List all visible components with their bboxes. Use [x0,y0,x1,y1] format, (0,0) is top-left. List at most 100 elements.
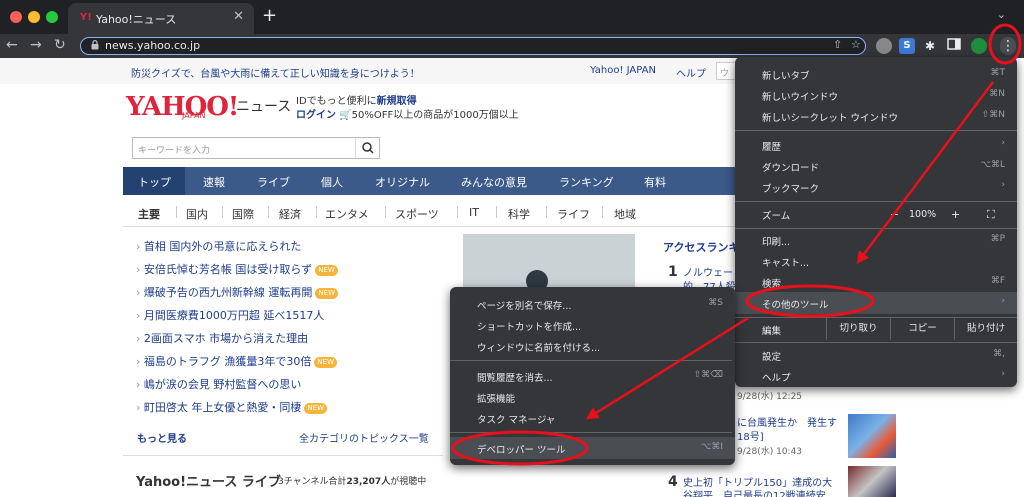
submenu-developer-tools[interactable]: デベロッパー ツール ⌥⌘I [450,437,735,459]
submenu-name-window[interactable]: ウィンドウに名前を付ける... [450,335,735,357]
profile-avatar-icon[interactable] [876,38,892,54]
submenu-task-manager[interactable]: タスク マネージャ [450,407,735,429]
nav-ranking[interactable]: ランキング [559,174,614,190]
new-tab-button[interactable]: + [262,5,277,26]
extension-s-icon[interactable]: S [899,38,915,54]
nav-paid[interactable]: 有料 [644,174,666,190]
access-ranking-title[interactable]: アクセスランキ [663,239,739,255]
close-window-button[interactable] [10,11,22,23]
menu-item-label: 設定 [762,352,782,363]
submenu-save-page[interactable]: ページを別名で保存... ⌘S [450,293,735,315]
search-button[interactable] [355,138,379,158]
nav-original[interactable]: オリジナル [375,174,430,190]
side-panel-icon[interactable] [946,38,962,54]
ranking-item-link[interactable]: 18号] [737,428,764,443]
headline-link[interactable]: › 爆破予告の西九州新幹線 運転再開 NEW [136,284,338,300]
fullscreen-icon[interactable]: ⛶ [987,208,995,222]
tab-search-icon[interactable]: ⌄ [997,8,1006,21]
subnav-domestic[interactable]: 国内 [186,206,208,222]
browser-toolbar: ← → ↻ news.yahoo.co.jp ⇧ ☆ S ✱ ⋮ [0,34,1024,58]
subnav-sports[interactable]: スポーツ [395,206,439,222]
address-bar[interactable]: news.yahoo.co.jp ⇧ ☆ [80,37,866,55]
all-topics-link[interactable]: 全カテゴリのトピックス一覧 [299,430,429,445]
zoom-level: 100% [909,209,937,220]
menu-new-incognito-window[interactable]: 新しいシークレット ウインドウ ⇧⌘N [735,105,1017,127]
forward-button[interactable]: → [30,37,42,53]
help-link[interactable]: ヘルプ [676,65,706,80]
menu-new-tab[interactable]: 新しいタブ ⌘T [735,63,1017,85]
reload-button[interactable]: ↻ [54,37,66,53]
subnav-life[interactable]: ライフ [557,206,590,222]
menu-downloads[interactable]: ダウンロード ⌥⌘L [735,155,1017,177]
headline-link[interactable]: › 月間医療費1000万円超 延べ1517人 [136,307,324,323]
live-section-title[interactable]: Yahoo!ニュース ライブ [136,471,281,490]
menu-print[interactable]: 印刷... ⌘P [735,229,1017,251]
paste-button[interactable]: 貼り付け [954,318,1017,340]
yahoo-logo-sub: JAPAN [182,111,206,120]
subnav-science[interactable]: 科学 [508,206,530,222]
baseball-thumbnail[interactable] [848,466,896,497]
menu-history[interactable]: 履歴 › [735,134,1017,156]
menu-divider [735,342,1017,343]
yahoo-japan-link[interactable]: Yahoo! JAPAN [590,65,656,76]
url-text[interactable]: news.yahoo.co.jp [105,39,200,52]
submenu-extensions[interactable]: 拡張機能 [450,386,735,408]
submenu-clear-browsing-data[interactable]: 閲覧履歴を消去... ⇧⌘⌫ [450,365,735,387]
headline-link[interactable]: › 町田啓太 年上女優と熱愛・同棲 NEW [136,399,327,415]
nav-top[interactable]: トップ [138,174,171,190]
subnav-region[interactable]: 地域 [614,206,636,222]
headline-link[interactable]: › 2画面スマホ 市場から消えた理由 [136,330,308,346]
minimize-window-button[interactable] [28,11,40,23]
nav-live[interactable]: ライブ [257,174,290,190]
ranking-item-link[interactable]: 谷翔平 自己最長の12戦連続安 [683,487,826,497]
nav-breaking[interactable]: 速報 [203,174,225,190]
bullet-arrow-icon: › [136,263,144,276]
topic-photo[interactable] [463,234,635,292]
subnav-entertainment[interactable]: エンタメ [325,206,369,222]
headline-link[interactable]: › 福島のトラフグ 漁獲量3年で30倍 NEW [136,353,337,369]
submenu-create-shortcut[interactable]: ショートカットを作成... [450,314,735,336]
share-icon[interactable]: ⇧ [833,38,842,51]
ranking-item-link[interactable]: ノルウェー [683,264,733,279]
zoom-in-button[interactable]: + [951,208,960,221]
headline-link[interactable]: › 安倍氏悼む芳名帳 国は受け取らず NEW [136,261,338,277]
close-tab-icon[interactable]: ✕ [233,9,244,24]
news-search-input[interactable]: キーワードを入力 [132,137,380,159]
subnav-it[interactable]: IT [469,206,479,219]
shopping-promo-link[interactable]: 🛒50%OFF以上の商品が1000万個以上 [339,110,519,121]
copy-button[interactable]: コピー [890,318,954,340]
user-profile-icon[interactable] [971,38,987,54]
nav-opinions[interactable]: みんなの意見 [461,174,527,190]
menu-more-tools[interactable]: その他のツール › [735,292,1017,314]
disaster-quiz-notice-link[interactable]: 防災クイズで、台風や大雨に備えて正しい知識を身につけよう！ [131,65,420,80]
cut-button[interactable]: 切り取り [826,318,890,340]
menu-divider [450,360,732,361]
subnav-main[interactable]: 主要 [138,206,160,222]
ranking-item-link[interactable]: に台風発生か 発生す [737,414,837,429]
headline-link[interactable]: › 嶋が涙の会見 野村監督への思い [136,376,301,392]
menu-find[interactable]: 検索... ⌘F [735,271,1017,293]
menu-shortcut: ⌥⌘L [980,160,1005,170]
back-button[interactable]: ← [6,37,18,53]
subnav-economy[interactable]: 経済 [279,206,301,222]
maximize-window-button[interactable] [46,11,58,23]
chrome-menu-kebab-icon[interactable]: ⋮ [1000,37,1016,55]
login-link[interactable]: ログイン [296,110,336,121]
menu-help[interactable]: ヘルプ › [735,365,1017,387]
headline-link[interactable]: › 首相 国内外の弔意に応えられた [136,238,301,254]
browser-tab[interactable]: Y! Yahoo!ニュース ✕ [68,3,254,34]
zoom-out-button[interactable]: − [890,208,899,221]
menu-bookmarks[interactable]: ブックマーク › [735,176,1017,198]
extensions-puzzle-icon[interactable]: ✱ [922,38,938,54]
nav-personal[interactable]: 個人 [321,174,343,190]
subnav-divider [222,206,223,218]
menu-settings[interactable]: 設定 ⌘, [735,344,1017,366]
menu-new-window[interactable]: 新しいウインドウ ⌘N [735,84,1017,106]
weather-map-thumbnail[interactable] [848,414,896,458]
menu-item-label: 履歴 [762,142,782,153]
menu-cast[interactable]: キャスト... [735,250,1017,272]
bookmark-star-icon[interactable]: ☆ [851,38,861,51]
rank-number: 4 [668,474,678,490]
more-link[interactable]: もっと見る [137,430,187,445]
subnav-international[interactable]: 国際 [232,206,254,222]
